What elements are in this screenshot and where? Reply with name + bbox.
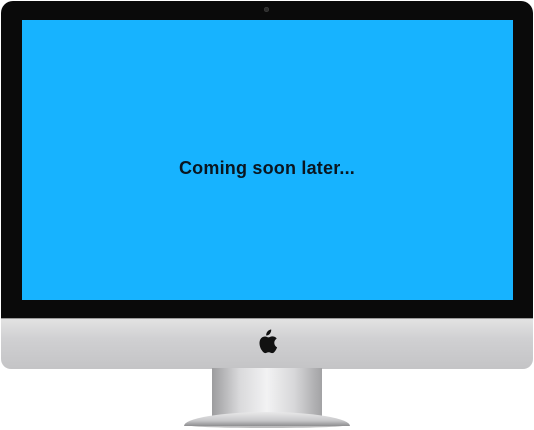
monitor-stand-foot <box>184 412 350 426</box>
imac-monitor: Coming soon later... <box>0 0 534 430</box>
coming-soon-message: Coming soon later... <box>178 158 356 178</box>
monitor-stand-neck <box>212 368 322 416</box>
monitor-screen: Coming soon later... <box>22 20 513 300</box>
camera-icon <box>264 7 269 12</box>
apple-logo-icon <box>259 329 278 354</box>
